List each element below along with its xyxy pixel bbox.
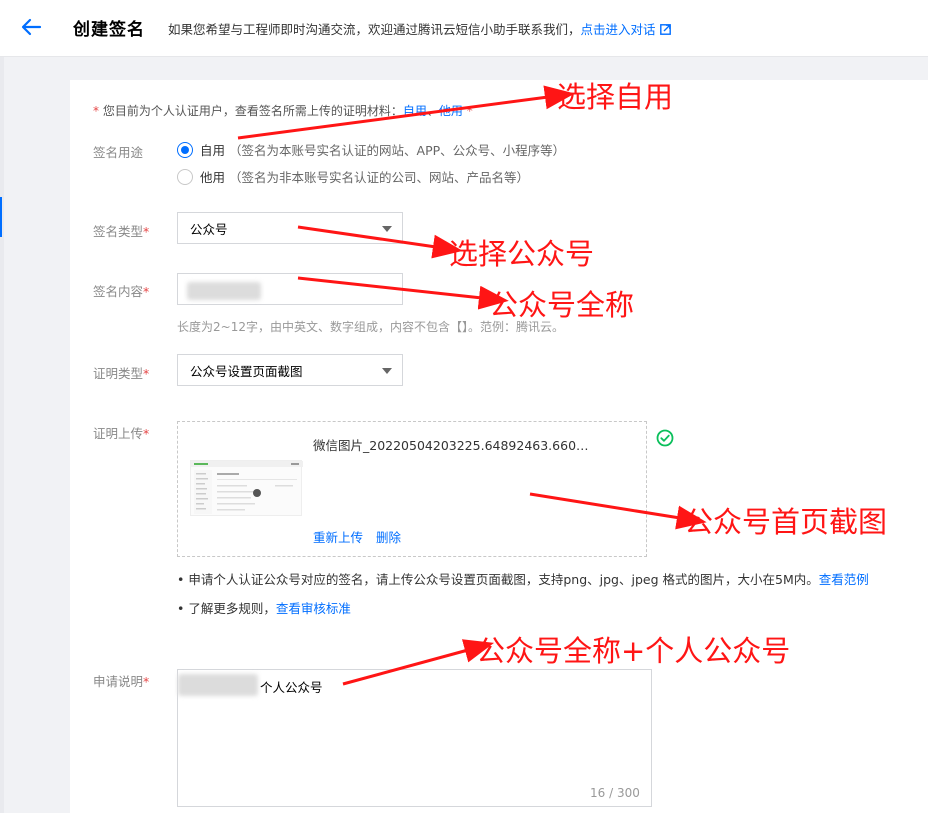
- annotation-select-account: 选择公众号: [449, 237, 595, 271]
- arrow-fullname-plus: [342, 639, 495, 686]
- annotation-home-screenshot: 公众号首页截图: [684, 505, 888, 539]
- annotation-fullname-plus: 公众号全称+个人公众号: [476, 634, 791, 668]
- annotation-account-fullname: 公众号全称: [489, 288, 635, 322]
- annotation-select-self: 选择自用: [557, 80, 674, 114]
- arrow-select-account: [297, 225, 463, 259]
- arrow-account-fullname: [297, 276, 509, 310]
- arrow-home-screenshot: [529, 492, 707, 530]
- annotation-arrows: [237, 85, 707, 686]
- arrow-select-self: [237, 85, 575, 140]
